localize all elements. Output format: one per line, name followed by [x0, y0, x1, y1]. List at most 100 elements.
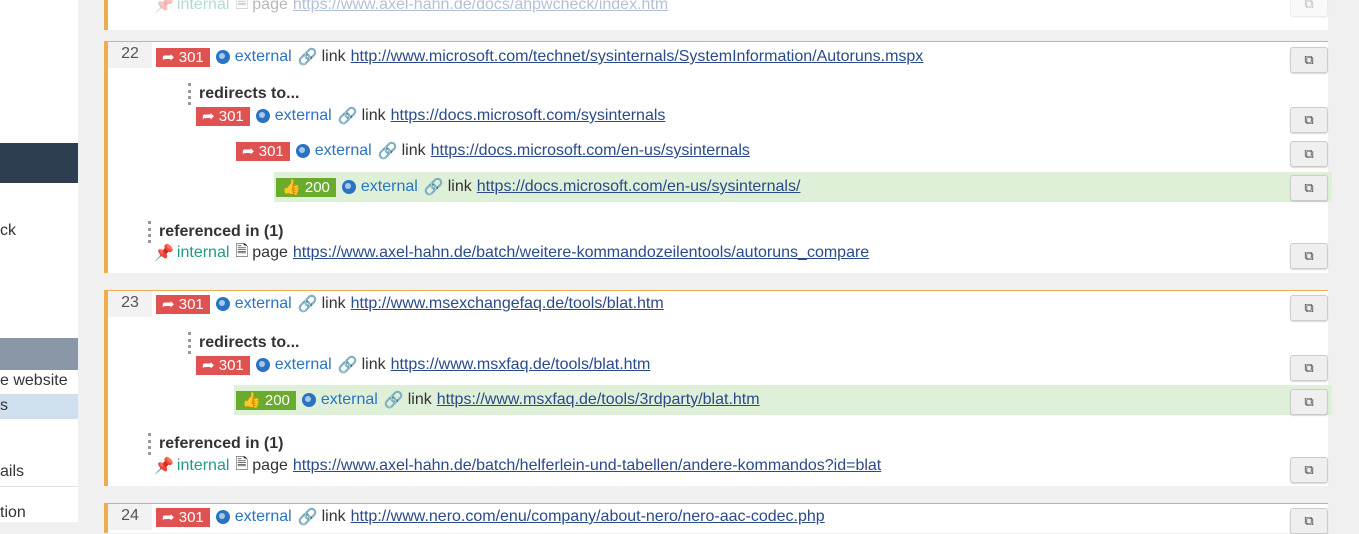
kind-label: link	[361, 107, 386, 124]
hop-url[interactable]: https://docs.microsoft.com/sysinternals	[391, 107, 666, 125]
page-icon: 🗎	[235, 0, 249, 12]
open-link-button[interactable]: ⧉	[1290, 47, 1328, 73]
globe-icon	[255, 358, 270, 372]
pin-icon: 📌	[154, 458, 174, 475]
external-link-icon: ⧉	[1304, 146, 1314, 161]
link-results-list: 📌 internal 🗎 page https://www.axel-hahn.…	[104, 0, 1332, 534]
globe-icon	[215, 50, 230, 64]
result-block-24: 24 ➦ 301 external 🔗 link http://www.nero…	[104, 502, 1328, 534]
link-icon: 🔗	[377, 143, 398, 160]
globe-icon	[295, 144, 310, 158]
kind-label: page	[252, 0, 288, 13]
redirect-hop: ➦ 301 external 🔗 link https://docs.micro…	[236, 136, 750, 166]
link-icon: 🔗	[337, 357, 358, 374]
kind-label: link	[321, 508, 346, 525]
hop-url[interactable]: https://docs.microsoft.com/en-us/sysinte…	[431, 142, 750, 160]
open-link-button[interactable]: ⧉	[1290, 389, 1328, 415]
scope-label: external	[320, 391, 378, 408]
status-badge: ➦ 301	[196, 355, 250, 375]
external-link-icon: ⧉	[1304, 180, 1314, 195]
hop-url[interactable]: https://www.msxfaq.de/tools/blat.htm	[391, 356, 651, 374]
kind-label: link	[321, 48, 346, 65]
sidebar-item-bottom[interactable]: tion	[0, 504, 26, 522]
dots-icon	[188, 332, 191, 354]
kind-label: page	[252, 457, 288, 474]
result-block-23: 23 ➦ 301 external 🔗 link http://www.msex…	[104, 289, 1332, 486]
result-url[interactable]: http://www.nero.com/enu/company/about-ne…	[351, 508, 825, 526]
dots-icon	[148, 221, 151, 243]
pin-icon: 📌	[154, 0, 174, 14]
open-link-button[interactable]: ⧉	[1290, 0, 1328, 17]
link-icon: 🔗	[297, 509, 318, 526]
ref-url[interactable]: https://www.axel-hahn.de/docs/ahpwcheck/…	[293, 0, 668, 14]
external-link-icon: ⧉	[1304, 248, 1314, 263]
sidebar-item-active-bg	[0, 394, 78, 419]
redirect-hop-final: 👍 200 external 🔗 link https://www.msxfaq…	[234, 385, 1332, 415]
result-block-22: 22 ➦ 301 external 🔗 link http://www.micr…	[104, 41, 1332, 273]
result-line: ➦ 301 external 🔗 link http://www.microso…	[156, 42, 923, 72]
result-url[interactable]: http://www.microsoft.com/technet/sysinte…	[351, 48, 924, 66]
external-link-icon: ⧉	[1304, 513, 1314, 528]
globe-icon	[255, 109, 270, 123]
dots-icon	[148, 433, 151, 455]
scope-label: external	[274, 356, 332, 373]
scope-label: external	[234, 48, 292, 65]
link-icon: 🔗	[337, 108, 358, 125]
redirect-hop: ➦ 301 external 🔗 link https://docs.micro…	[196, 101, 665, 131]
open-link-button[interactable]: ⧉	[1290, 175, 1328, 201]
ref-line: 📌 internal 🗎 page https://www.axel-hahn.…	[154, 238, 869, 268]
scope-label: external	[314, 142, 372, 159]
ref-line: 📌 internal 🗎 page https://www.axel-hahn.…	[154, 0, 668, 20]
dots-icon	[188, 83, 191, 105]
open-link-button[interactable]: ⧉	[1290, 457, 1328, 483]
sidebar: ck e website s ails tion	[0, 0, 78, 522]
sidebar-section-header	[0, 338, 78, 370]
pin-icon: 📌	[154, 245, 174, 262]
kind-label: link	[407, 391, 432, 408]
external-link-icon: ⧉	[1304, 52, 1314, 67]
sidebar-item-check[interactable]: ck	[0, 222, 16, 240]
result-line: ➦ 301 external 🔗 link http://www.nero.co…	[156, 502, 825, 532]
status-badge: ➦ 301	[156, 294, 210, 314]
kind-label: link	[321, 295, 346, 312]
sidebar-item-website[interactable]: e website	[0, 372, 68, 390]
open-link-button[interactable]: ⧉	[1290, 508, 1328, 534]
external-link-icon: ⧉	[1304, 112, 1314, 127]
open-link-button[interactable]: ⧉	[1290, 295, 1328, 321]
open-link-button[interactable]: ⧉	[1290, 107, 1328, 133]
hop-url[interactable]: https://www.msxfaq.de/tools/3rdparty/bla…	[437, 391, 760, 409]
scope-label: external	[360, 178, 418, 195]
ref-url[interactable]: https://www.axel-hahn.de/batch/helferlei…	[293, 457, 881, 475]
page-icon: 🗎	[235, 242, 249, 260]
status-badge: ➦ 301	[156, 507, 210, 527]
open-link-button[interactable]: ⧉	[1290, 141, 1328, 167]
open-link-button[interactable]: ⧉	[1290, 243, 1328, 269]
kind-label: link	[447, 178, 472, 195]
ref-line: 📌 internal 🗎 page https://www.axel-hahn.…	[154, 451, 881, 481]
link-icon: 🔗	[297, 49, 318, 66]
result-block-21: 📌 internal 🗎 page https://www.axel-hahn.…	[104, 0, 1328, 30]
link-icon: 🔗	[423, 179, 444, 196]
status-badge: ➦ 301	[196, 106, 250, 126]
sidebar-dark-header	[0, 143, 78, 183]
scope-label: internal	[176, 457, 230, 474]
open-link-button[interactable]: ⧉	[1290, 355, 1328, 381]
redirect-hop-final: 👍 200 external 🔗 link https://docs.micro…	[274, 172, 1332, 202]
globe-icon	[215, 297, 230, 311]
scope-label: external	[234, 508, 292, 525]
kind-label: page	[252, 244, 288, 261]
external-link-icon: ⧉	[1304, 394, 1314, 409]
hop-url[interactable]: https://docs.microsoft.com/en-us/sysinte…	[477, 178, 801, 196]
row-number: 24	[108, 504, 152, 530]
ref-url[interactable]: https://www.axel-hahn.de/batch/weitere-k…	[293, 244, 869, 262]
scope-label: internal	[176, 0, 230, 13]
external-link-icon: ⧉	[1304, 300, 1314, 315]
sidebar-item-details[interactable]: ails	[0, 463, 24, 481]
status-badge: ➦ 301	[236, 141, 290, 161]
result-line: ➦ 301 external 🔗 link http://www.msexcha…	[156, 289, 664, 319]
row-number: 22	[108, 42, 152, 68]
external-link-icon: ⧉	[1304, 462, 1314, 477]
kind-label: link	[361, 356, 386, 373]
result-url[interactable]: http://www.msexchangefaq.de/tools/blat.h…	[351, 295, 664, 313]
sidebar-item-active[interactable]: s	[0, 397, 8, 415]
